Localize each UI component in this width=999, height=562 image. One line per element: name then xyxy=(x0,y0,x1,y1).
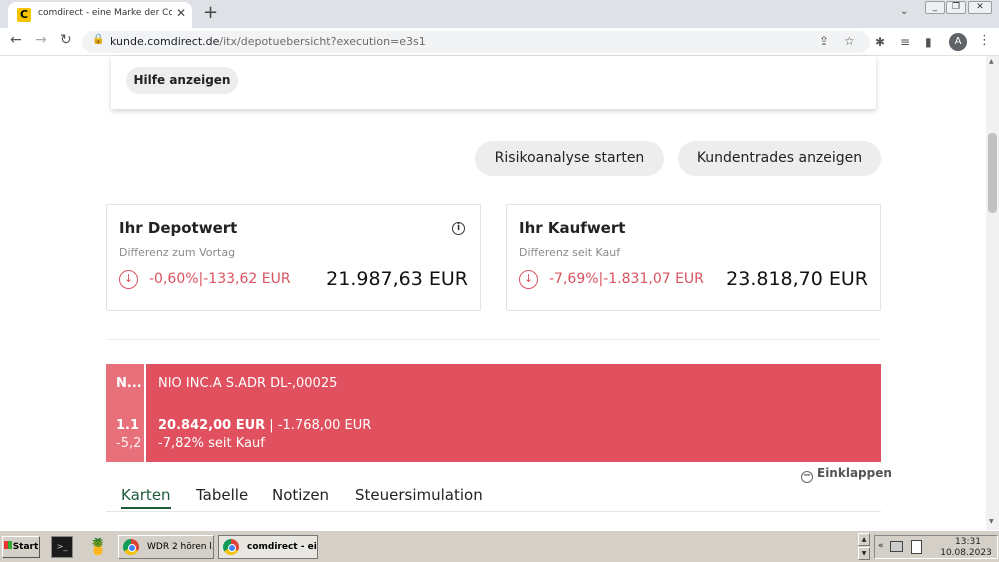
start-label: Start xyxy=(12,542,39,552)
info-icon[interactable]: i xyxy=(452,222,465,235)
stub-label: N... xyxy=(116,376,142,391)
risk-analysis-button[interactable]: Risikoanalyse starten xyxy=(475,141,664,176)
url-path: /itx/depotuebersicht?execution=e3s1 xyxy=(219,35,426,48)
position-value: 20.842,00 EUR xyxy=(158,418,266,433)
kebab-icon[interactable]: ⋮ xyxy=(978,33,991,48)
purchase-value-total: 23.818,70 EUR xyxy=(726,268,868,290)
clock-date: 10.08.2023 xyxy=(940,548,992,558)
page-scrollbar[interactable]: ▲ ▼ xyxy=(986,56,999,530)
stub-value: 1.1 xyxy=(116,418,140,433)
network-tray-icon[interactable] xyxy=(890,541,903,552)
purchase-value-subtitle: Differenz seit Kauf xyxy=(519,246,621,259)
tab-notizen[interactable]: Notizen xyxy=(272,486,329,504)
profile-avatar[interactable]: A xyxy=(949,33,967,51)
back-icon[interactable]: ← xyxy=(10,32,22,48)
tab-search-chevron-icon[interactable]: ⌄ xyxy=(900,6,908,17)
taskbar-scroll-up-icon[interactable]: ▲ xyxy=(858,533,870,546)
taskbar-item-label: comdirect - ei... xyxy=(247,542,317,552)
show-help-button[interactable]: Hilfe anzeigen xyxy=(126,67,238,94)
forward-icon[interactable]: → xyxy=(35,32,47,48)
windows-taskbar: Start >_ 🍍 WDR 2 hören l... comdirect - … xyxy=(0,530,999,562)
new-tab-plus-icon[interactable]: + xyxy=(203,2,218,23)
position-value-line: 20.842,00 EUR | -1.768,00 EUR xyxy=(158,418,371,433)
comdirect-favicon-icon: C xyxy=(17,8,31,22)
depot-value-subtitle: Differenz zum Vortag xyxy=(119,246,236,259)
extensions-icon[interactable]: ✱ xyxy=(875,35,885,49)
system-tray: « 13:31 10.08.2023 xyxy=(874,535,998,559)
lock-icon[interactable]: 🔒 xyxy=(92,34,104,45)
purchase-value-card: Ihr Kaufwert Differenz seit Kauf ↓ -7,69… xyxy=(506,204,881,311)
tab-steuersimulation[interactable]: Steuersimulation xyxy=(355,486,483,504)
position-tile-stub[interactable]: N... 1.1 -5,2 xyxy=(106,364,146,462)
browser-tab-comdirect[interactable]: C comdirect - eine Marke der Commerzbank… xyxy=(8,2,192,28)
tab-close-icon[interactable]: ✕ xyxy=(176,6,186,20)
depot-value-card: Ihr Depotwert i Differenz zum Vortag ↓ -… xyxy=(106,204,481,311)
windows-logo-icon xyxy=(3,541,12,549)
window-close-button[interactable]: ✕ xyxy=(968,1,992,14)
tab-title: comdirect - eine Marke der Commerzbank xyxy=(38,8,172,18)
scroll-down-arrow-icon[interactable]: ▼ xyxy=(989,518,994,525)
share-icon[interactable]: ⇪ xyxy=(819,34,829,48)
tab-karten[interactable]: Karten xyxy=(121,486,171,509)
taskbar-scroller: ▲ ▼ xyxy=(858,533,870,561)
clock-time: 13:31 xyxy=(955,537,981,547)
position-pct-since-buy: -7,82% seit Kauf xyxy=(158,436,265,451)
sidepanel-icon[interactable]: ▮ xyxy=(925,35,932,49)
arrow-down-circle-icon: ↓ xyxy=(119,270,138,289)
window-minimize-button[interactable]: _ xyxy=(925,1,945,14)
reload-icon[interactable]: ↻ xyxy=(60,32,72,48)
depot-value-title: Ihr Depotwert xyxy=(119,219,238,237)
minus-circle-icon: − xyxy=(801,470,813,483)
url-host: kunde.comdirect.de xyxy=(110,35,220,48)
taskbar-scroll-down-icon[interactable]: ▼ xyxy=(858,547,870,560)
url-text[interactable]: kunde.comdirect.de/itx/depotuebersicht?e… xyxy=(110,35,426,48)
position-name: NIO INC.A S.ADR DL-,00025 xyxy=(158,376,338,391)
chrome-icon xyxy=(123,539,139,555)
purchase-value-title: Ihr Kaufwert xyxy=(519,219,626,237)
arrow-down-circle-icon: ↓ xyxy=(519,270,538,289)
taskbar-item-wdr[interactable]: WDR 2 hören l... xyxy=(118,535,214,559)
collapse-label: Einklappen xyxy=(817,466,892,480)
start-button[interactable]: Start xyxy=(2,536,40,558)
star-icon[interactable]: ☆ xyxy=(844,34,855,48)
device-tray-icon[interactable] xyxy=(911,540,922,554)
tray-expand-icon[interactable]: « xyxy=(878,541,884,551)
position-separator: | xyxy=(265,418,278,433)
scroll-thumb[interactable] xyxy=(988,133,997,213)
position-diff: -1.768,00 EUR xyxy=(277,418,372,433)
media-icon[interactable]: ≡ xyxy=(900,35,910,49)
purchase-value-diff: -7,69%|-1.831,07 EUR xyxy=(549,271,704,287)
address-bar[interactable]: 🔒 kunde.comdirect.de/itx/depotuebersicht… xyxy=(82,31,870,53)
taskbar-item-label: WDR 2 hören l... xyxy=(147,542,214,552)
depot-value-diff: -0,60%|-133,62 EUR xyxy=(149,271,291,287)
collapse-button[interactable]: − Einklappen xyxy=(801,466,892,483)
browser-tabstrip: C comdirect - eine Marke der Commerzbank… xyxy=(0,0,999,28)
position-tile-nio[interactable]: N... 1.1 -5,2 NIO INC.A S.ADR DL-,00025 … xyxy=(106,364,881,462)
cmd-quicklaunch-icon[interactable]: >_ xyxy=(51,536,73,558)
section-divider xyxy=(106,339,881,340)
browser-toolbar: ← → ↻ 🔒 kunde.comdirect.de/itx/depotuebe… xyxy=(0,28,999,56)
window-maximize-button[interactable]: ❐ xyxy=(946,1,966,14)
tab-tabelle[interactable]: Tabelle xyxy=(196,486,248,504)
scroll-up-arrow-icon[interactable]: ▲ xyxy=(989,58,994,65)
depot-value-total: 21.987,63 EUR xyxy=(326,268,468,290)
chrome-icon xyxy=(223,539,239,555)
customer-trades-button[interactable]: Kundentrades anzeigen xyxy=(678,141,881,176)
taskbar-item-comdirect[interactable]: comdirect - ei... xyxy=(218,535,318,559)
stub-pct: -5,2 xyxy=(116,436,142,451)
help-card: Hilfe anzeigen xyxy=(111,56,876,109)
pineapple-quicklaunch-icon[interactable]: 🍍 xyxy=(87,536,109,558)
view-tabs: Karten Tabelle Notizen Steuersimulation xyxy=(106,484,881,512)
